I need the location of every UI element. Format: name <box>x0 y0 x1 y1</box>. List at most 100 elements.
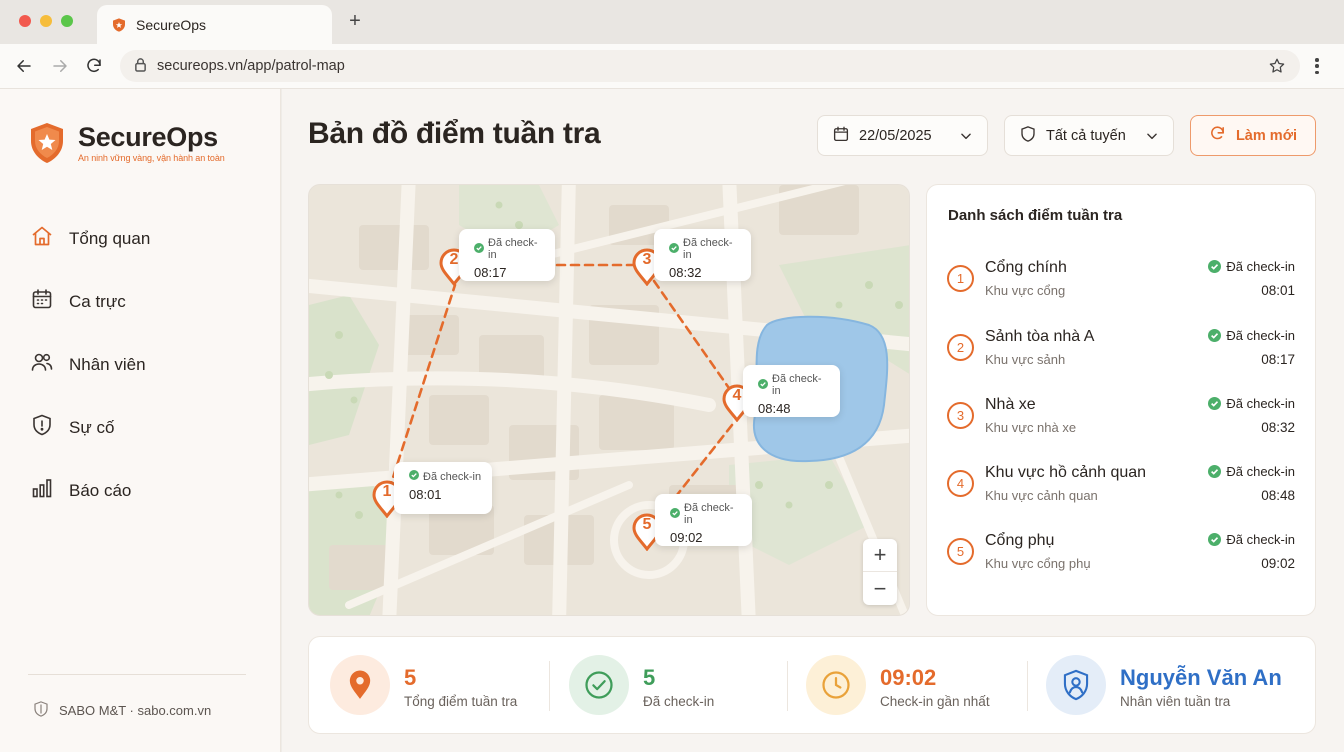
calendar-icon <box>30 287 54 316</box>
shield-icon <box>111 17 127 33</box>
callout-status: Đã check-in <box>772 373 822 397</box>
check-circle-icon <box>1208 465 1222 478</box>
checkpoint-name: Khu vực hồ cảnh quan <box>985 464 1147 481</box>
brand[interactable]: SecureOps An ninh vững vàng, vận hành an… <box>28 121 225 170</box>
checkpoint-time: 08:01 <box>1261 283 1295 298</box>
window-maximize-button[interactable] <box>61 15 73 27</box>
stat-label: Nhân viên tuần tra <box>1120 694 1231 709</box>
checkpoint-time: 08:32 <box>1261 420 1295 435</box>
checkpoint-name: Sảnh tòa nhà A <box>985 328 1095 345</box>
map-callout-3: Đã check-in 08:32 <box>654 229 751 281</box>
stat-label: Tổng điểm tuần tra <box>404 694 518 709</box>
check-circle-icon <box>1208 329 1222 342</box>
address-bar: secureops.vn/app/patrol-map <box>0 44 1344 89</box>
checkpoint-status-label: Đã check-in <box>1226 464 1295 479</box>
checkpoint-item[interactable]: 2 Sảnh tòa nhà A Khu vực sảnh Đã check-i… <box>947 326 1297 378</box>
check-circle-icon <box>409 470 419 483</box>
callout-time: 08:48 <box>758 401 791 416</box>
sidebar-item-staff[interactable]: Nhân viên <box>30 333 150 396</box>
checkpoint-item[interactable]: 5 Cổng phụ Khu vực cổng phụ Đã check-in … <box>947 530 1297 582</box>
callout-status: Đã check-in <box>488 237 538 261</box>
checkpoint-status: Đã check-in <box>1208 396 1295 411</box>
browser-menu-icon[interactable] <box>1313 56 1321 76</box>
browser-tab-bar: SecureOps + <box>0 0 1344 44</box>
shield-outline-icon <box>32 699 50 722</box>
sidebar-nav: Tổng quan Ca trực Nhân viên Sự cố Báo cá… <box>30 207 150 522</box>
sidebar-item-label: Sự cố <box>69 417 115 437</box>
refresh-button[interactable]: Làm mới <box>1190 115 1316 156</box>
patrol-map[interactable]: 1 2 3 4 5 Đã check-in 08:01 Đã check-in … <box>308 184 910 616</box>
checkpoint-item[interactable]: 4 Khu vực hồ cảnh quan Khu vực cảnh quan… <box>947 462 1297 514</box>
stat-divider <box>549 661 550 711</box>
users-icon <box>30 350 54 379</box>
checkpoint-area: Khu vực cổng phụ <box>985 556 1091 571</box>
checkpoint-item[interactable]: 1 Cổng chính Khu vực cổng Đã check-in 08… <box>947 257 1297 309</box>
browser-tab[interactable]: SecureOps <box>97 5 332 44</box>
bookmark-star-icon[interactable] <box>1268 57 1286 75</box>
stat-value: 5 <box>404 665 417 690</box>
stat-last-checkin: 09:02 Check-in gần nhất <box>806 637 1016 735</box>
window-close-button[interactable] <box>19 15 31 27</box>
sidebar-item-label: Tổng quan <box>69 228 151 248</box>
zoom-out-button[interactable]: − <box>863 572 897 605</box>
check-circle-icon <box>670 507 680 521</box>
lock-icon <box>134 57 147 76</box>
calendar-icon <box>832 125 850 147</box>
sidebar-item-overview[interactable]: Tổng quan <box>30 207 150 270</box>
callout-time: 08:32 <box>669 265 702 280</box>
tab-title: SecureOps <box>136 16 207 33</box>
stat-total-checkpoints: 5 Tổng điểm tuần tra <box>330 637 530 735</box>
reload-icon[interactable] <box>84 56 104 76</box>
map-callout-4: Đã check-in 08:48 <box>743 365 840 417</box>
clock-icon <box>806 655 866 715</box>
checkpoint-status-label: Đã check-in <box>1226 396 1295 411</box>
checkpoint-item[interactable]: 3 Nhà xe Khu vực nhà xe Đã check-in 08:3… <box>947 394 1297 446</box>
logo-shield-icon <box>28 121 66 170</box>
checkpoint-area: Khu vực nhà xe <box>985 420 1077 435</box>
checkpoint-status: Đã check-in <box>1208 532 1295 547</box>
checkpoint-time: 09:02 <box>1261 556 1295 571</box>
refresh-icon <box>1209 125 1226 146</box>
check-circle-icon <box>1208 533 1222 546</box>
checkpoint-status: Đã check-in <box>1208 328 1295 343</box>
route-filter-select[interactable]: Tất cả tuyến <box>1004 115 1174 156</box>
shield-user-icon <box>1046 655 1106 715</box>
date-picker[interactable]: 22/05/2025 <box>817 115 988 156</box>
forward-arrow-icon[interactable] <box>50 56 70 76</box>
sidebar-item-reports[interactable]: Báo cáo <box>30 459 150 522</box>
zoom-in-button[interactable]: + <box>863 539 897 572</box>
chevron-down-icon <box>1145 129 1159 143</box>
checkpoint-status: Đã check-in <box>1208 259 1295 274</box>
stat-patrol-guard: Nguyễn Văn An Nhân viên tuần tra <box>1046 637 1306 735</box>
stat-checked-in: 5 Đã check-in <box>569 637 769 735</box>
url-field[interactable]: secureops.vn/app/patrol-map <box>120 50 1300 82</box>
bar-chart-icon <box>30 476 54 505</box>
stat-divider <box>1027 661 1028 711</box>
checkpoint-status-label: Đã check-in <box>1226 259 1295 274</box>
stat-label: Đã check-in <box>643 694 715 709</box>
stats-bar: 5 Tổng điểm tuần tra 5 Đã check-in 09:02… <box>308 636 1316 734</box>
sidebar-item-shifts[interactable]: Ca trực <box>30 270 150 333</box>
sidebar-item-label: Nhân viên <box>69 354 146 374</box>
sidebar-item-incidents[interactable]: Sự cố <box>30 396 150 459</box>
back-arrow-icon[interactable] <box>14 56 34 76</box>
sidebar-footer: SABO M&T · sabo.com.vn <box>32 699 211 722</box>
refresh-label: Làm mới <box>1235 127 1298 144</box>
url-text: secureops.vn/app/patrol-map <box>157 58 345 74</box>
date-value: 22/05/2025 <box>859 127 932 144</box>
stat-value: 5 <box>643 665 656 690</box>
checkpoint-area: Khu vực sảnh <box>985 352 1066 367</box>
map-zoom-control: + − <box>863 539 897 605</box>
map-callout-1: Đã check-in 08:01 <box>394 462 492 514</box>
stat-value: Nguyễn Văn An <box>1120 665 1282 690</box>
checkpoint-list-title: Danh sách điểm tuần tra <box>948 207 1123 224</box>
shield-alert-icon <box>30 413 54 442</box>
sidebar-item-label: Ca trực <box>69 291 126 311</box>
new-tab-button[interactable]: + <box>344 10 366 32</box>
checkpoint-number: 5 <box>947 538 974 565</box>
window-minimize-button[interactable] <box>40 15 52 27</box>
checkpoint-area: Khu vực cảnh quan <box>985 488 1098 503</box>
checkpoint-status-label: Đã check-in <box>1226 328 1295 343</box>
page-title: Bản đồ điểm tuần tra <box>308 117 601 150</box>
map-callout-5: Đã check-in 09:02 <box>655 494 752 546</box>
